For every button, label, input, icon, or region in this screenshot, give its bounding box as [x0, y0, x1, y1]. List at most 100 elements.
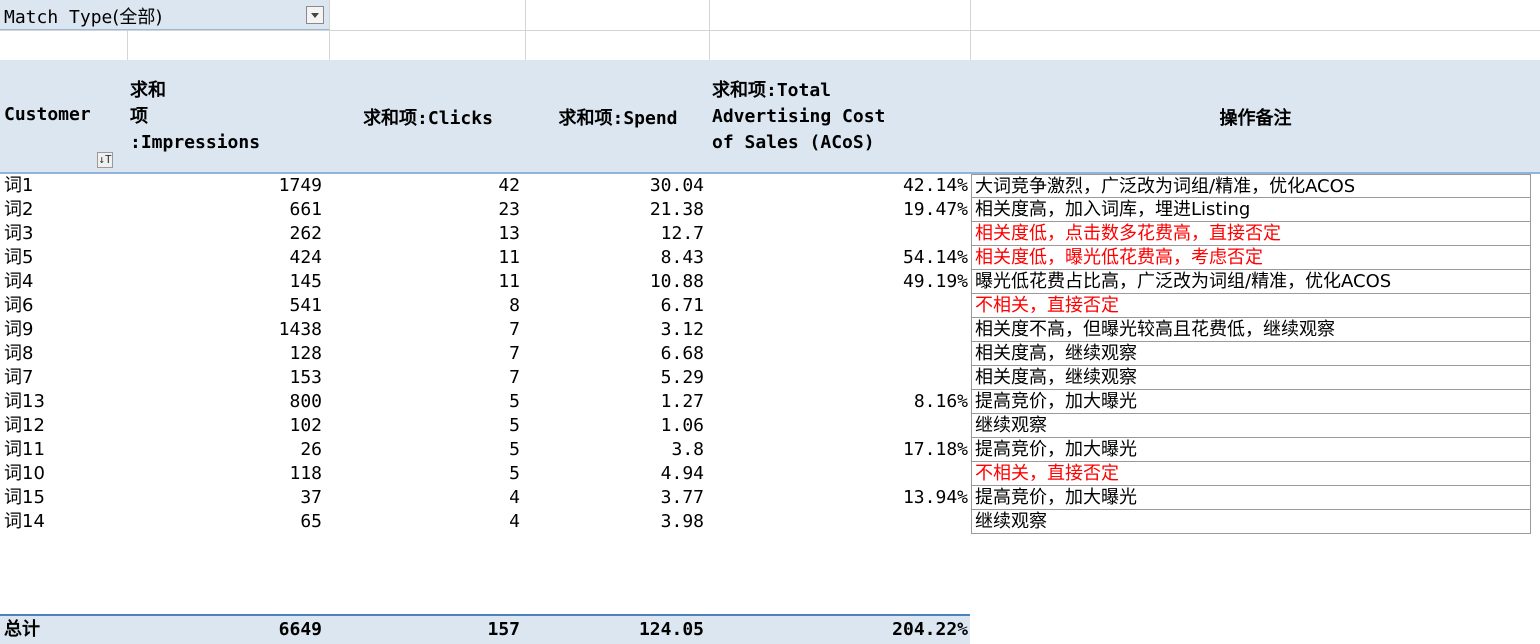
cell-term[interactable]: 词5	[4, 246, 124, 270]
cell-impressions[interactable]: 145	[128, 270, 322, 294]
cell-term[interactable]: 词11	[4, 438, 124, 462]
total-acos[interactable]: 204.22%	[710, 616, 968, 644]
cell-spend[interactable]: 8.43	[526, 246, 704, 270]
cell-term[interactable]: 词15	[4, 486, 124, 510]
cell-note[interactable]: 提高竞价，加大曝光	[971, 390, 1531, 414]
empty-cell[interactable]	[128, 30, 330, 60]
cell-acos[interactable]: 17.18%	[710, 438, 968, 462]
cell-clicks[interactable]: 13	[330, 222, 520, 246]
cell-note[interactable]: 继续观察	[971, 510, 1531, 534]
total-impressions[interactable]: 6649	[128, 616, 322, 644]
empty-cell[interactable]	[971, 0, 1540, 30]
cell-clicks[interactable]: 7	[330, 342, 520, 366]
cell-spend[interactable]: 3.77	[526, 486, 704, 510]
cell-note[interactable]: 不相关，直接否定	[971, 294, 1531, 318]
total-spend[interactable]: 124.05	[526, 616, 704, 644]
cell-impressions[interactable]: 800	[128, 390, 322, 414]
cell-acos[interactable]: 19.47%	[710, 198, 968, 222]
cell-clicks[interactable]: 7	[330, 318, 520, 342]
cell-term[interactable]: 词2	[4, 198, 124, 222]
cell-spend[interactable]: 30.04	[526, 174, 704, 198]
cell-note[interactable]: 相关度不高，但曝光较高且花费低，继续观察	[971, 318, 1531, 342]
cell-spend[interactable]: 1.27	[526, 390, 704, 414]
cell-spend[interactable]: 5.29	[526, 366, 704, 390]
total-clicks[interactable]: 157	[330, 616, 520, 644]
filter-dropdown-button[interactable]	[306, 6, 324, 24]
cell-impressions[interactable]: 65	[128, 510, 322, 534]
cell-term[interactable]: 词12	[4, 414, 124, 438]
cell-impressions[interactable]: 118	[128, 462, 322, 486]
empty-cell[interactable]	[330, 0, 526, 30]
cell-spend[interactable]: 12.7	[526, 222, 704, 246]
cell-term[interactable]: 词8	[4, 342, 124, 366]
cell-spend[interactable]: 1.06	[526, 414, 704, 438]
empty-cell[interactable]	[710, 0, 971, 30]
cell-acos[interactable]: 49.19%	[710, 270, 968, 294]
cell-clicks[interactable]: 23	[330, 198, 520, 222]
cell-note[interactable]: 不相关，直接否定	[971, 462, 1531, 486]
cell-acos[interactable]	[710, 318, 968, 342]
empty-cell[interactable]	[526, 0, 710, 30]
cell-clicks[interactable]: 5	[330, 438, 520, 462]
empty-cell[interactable]	[526, 30, 710, 60]
cell-spend[interactable]: 3.8	[526, 438, 704, 462]
cell-acos[interactable]: 8.16%	[710, 390, 968, 414]
cell-acos[interactable]: 13.94%	[710, 486, 968, 510]
cell-acos[interactable]: 54.14%	[710, 246, 968, 270]
sort-filter-icon[interactable]: ↓T	[97, 152, 113, 168]
cell-term[interactable]: 词6	[4, 294, 124, 318]
cell-spend[interactable]: 3.98	[526, 510, 704, 534]
cell-acos[interactable]	[710, 366, 968, 390]
cell-spend[interactable]: 6.68	[526, 342, 704, 366]
cell-spend[interactable]: 10.88	[526, 270, 704, 294]
cell-clicks[interactable]: 5	[330, 390, 520, 414]
cell-term[interactable]: 词10	[4, 462, 124, 486]
cell-clicks[interactable]: 4	[330, 510, 520, 534]
empty-cell[interactable]	[0, 30, 128, 60]
cell-note[interactable]: 曝光低花费占比高，广泛改为词组/精准，优化ACOS	[971, 270, 1531, 294]
cell-impressions[interactable]: 541	[128, 294, 322, 318]
cell-spend[interactable]: 6.71	[526, 294, 704, 318]
cell-term[interactable]: 词13	[4, 390, 124, 414]
cell-clicks[interactable]: 11	[330, 246, 520, 270]
cell-acos[interactable]: 42.14%	[710, 174, 968, 198]
cell-note[interactable]: 继续观察	[971, 414, 1531, 438]
cell-acos[interactable]	[710, 414, 968, 438]
cell-impressions[interactable]: 26	[128, 438, 322, 462]
cell-note[interactable]: 提高竞价，加大曝光	[971, 438, 1531, 462]
cell-term[interactable]: 词9	[4, 318, 124, 342]
cell-impressions[interactable]: 153	[128, 366, 322, 390]
cell-term[interactable]: 词4	[4, 270, 124, 294]
filter-cell[interactable]: Match Type(全部)	[0, 0, 330, 30]
cell-acos[interactable]	[710, 342, 968, 366]
cell-term[interactable]: 词7	[4, 366, 124, 390]
cell-acos[interactable]	[710, 462, 968, 486]
cell-acos[interactable]	[710, 294, 968, 318]
cell-acos[interactable]	[710, 222, 968, 246]
cell-impressions[interactable]: 424	[128, 246, 322, 270]
cell-impressions[interactable]: 37	[128, 486, 322, 510]
cell-impressions[interactable]: 102	[128, 414, 322, 438]
cell-impressions[interactable]: 661	[128, 198, 322, 222]
cell-impressions[interactable]: 262	[128, 222, 322, 246]
cell-spend[interactable]: 4.94	[526, 462, 704, 486]
cell-note[interactable]: 大词竞争激烈，广泛改为词组/精准，优化ACOS	[971, 174, 1531, 198]
cell-spend[interactable]: 21.38	[526, 198, 704, 222]
cell-clicks[interactable]: 5	[330, 462, 520, 486]
cell-term[interactable]: 词14	[4, 510, 124, 534]
cell-clicks[interactable]: 7	[330, 366, 520, 390]
empty-cell[interactable]	[710, 30, 971, 60]
cell-impressions[interactable]: 1438	[128, 318, 322, 342]
cell-clicks[interactable]: 5	[330, 414, 520, 438]
cell-note[interactable]: 相关度高，加入词库，埋进Listing	[971, 198, 1531, 222]
cell-clicks[interactable]: 42	[330, 174, 520, 198]
cell-term[interactable]: 词1	[4, 174, 124, 198]
cell-note[interactable]: 提高竞价，加大曝光	[971, 486, 1531, 510]
cell-term[interactable]: 词3	[4, 222, 124, 246]
cell-clicks[interactable]: 4	[330, 486, 520, 510]
cell-note[interactable]: 相关度高，继续观察	[971, 366, 1531, 390]
cell-clicks[interactable]: 11	[330, 270, 520, 294]
cell-note[interactable]: 相关度低，曝光低花费高，考虑否定	[971, 246, 1531, 270]
cell-note[interactable]: 相关度高，继续观察	[971, 342, 1531, 366]
total-label[interactable]: 总计	[4, 616, 124, 644]
